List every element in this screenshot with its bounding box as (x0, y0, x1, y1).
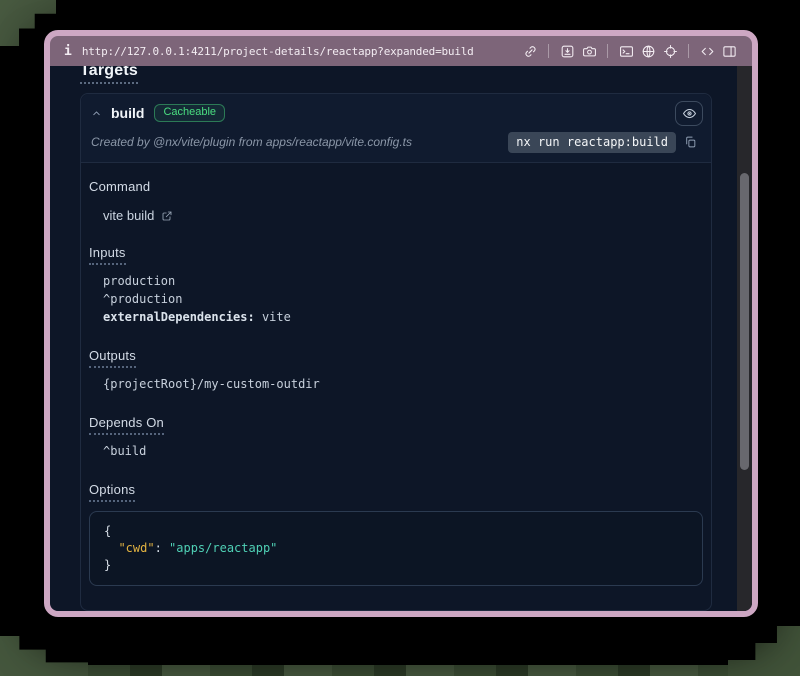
input-item: production (103, 272, 703, 290)
scrollbar-track[interactable] (737, 66, 752, 611)
view-target-button[interactable] (675, 101, 703, 126)
options-json-block: { "cwd": "apps/reactapp" } (89, 511, 703, 586)
cacheable-badge: Cacheable (154, 104, 225, 122)
download-icon[interactable] (556, 40, 578, 62)
link-icon[interactable] (519, 40, 541, 62)
toolbar-separator (688, 44, 689, 58)
json-key: "cwd" (118, 541, 154, 555)
target-meta-row: Created by @nx/vite/plugin from apps/rea… (91, 131, 699, 153)
inputs-list: production ^production externalDependenc… (103, 272, 703, 326)
input-item: externalDependencies: vite (103, 308, 703, 326)
toolbar-separator (548, 44, 549, 58)
toolbar-separator (607, 44, 608, 58)
browser-toolbar: i http://127.0.0.1:4211/project-details/… (50, 36, 752, 66)
command-value: vite build (103, 208, 154, 223)
created-by-text: Created by @nx/vite/plugin from apps/rea… (91, 135, 508, 149)
url-bar[interactable]: http://127.0.0.1:4211/project-details/re… (82, 45, 474, 58)
options-section-heading: Options (89, 482, 703, 497)
code-icon[interactable] (696, 40, 718, 62)
crosshair-icon[interactable] (659, 40, 681, 62)
target-card-build: build Cacheable Created by @nx/vite/plug… (80, 93, 712, 611)
chevron-up-icon (91, 108, 105, 119)
output-item: {projectRoot}/my-custom-outdir (103, 375, 703, 393)
json-value: "apps/reactapp" (169, 541, 277, 555)
page-title: Targets (80, 66, 752, 80)
desktop-background-strip (88, 665, 728, 676)
depends-on-section-heading: Depends On (89, 415, 703, 430)
desktop-background-corner (728, 626, 800, 676)
desktop-background-corner (0, 636, 88, 676)
target-header-build[interactable]: build Cacheable Created by @nx/vite/plug… (81, 94, 711, 163)
sidebar-icon[interactable] (718, 40, 740, 62)
target-body-build: Command vite build Inputs production ^pr… (81, 163, 711, 610)
external-link-icon[interactable] (161, 210, 173, 222)
copy-icon[interactable] (684, 135, 697, 149)
depends-on-list: ^build (103, 442, 703, 460)
command-value-row: vite build (103, 208, 703, 223)
target-title-row: build Cacheable (91, 102, 699, 124)
info-icon[interactable]: i (64, 44, 72, 59)
outputs-section-heading: Outputs (89, 348, 703, 363)
target-name: build (111, 105, 144, 121)
outputs-list: {projectRoot}/my-custom-outdir (103, 375, 703, 393)
run-command-chip: nx run reactapp:build (508, 132, 676, 153)
scrollbar-thumb[interactable] (740, 173, 749, 470)
command-section-heading: Command (89, 179, 703, 194)
terminal-icon[interactable] (615, 40, 637, 62)
project-details-page: Targets build Cacheable Created by @nx/v… (50, 66, 752, 611)
camera-icon[interactable] (578, 40, 600, 62)
browser-window: i http://127.0.0.1:4211/project-details/… (44, 30, 758, 617)
input-item: ^production (103, 290, 703, 308)
globe-icon[interactable] (637, 40, 659, 62)
depends-on-item: ^build (103, 442, 703, 460)
inputs-section-heading: Inputs (89, 245, 703, 260)
